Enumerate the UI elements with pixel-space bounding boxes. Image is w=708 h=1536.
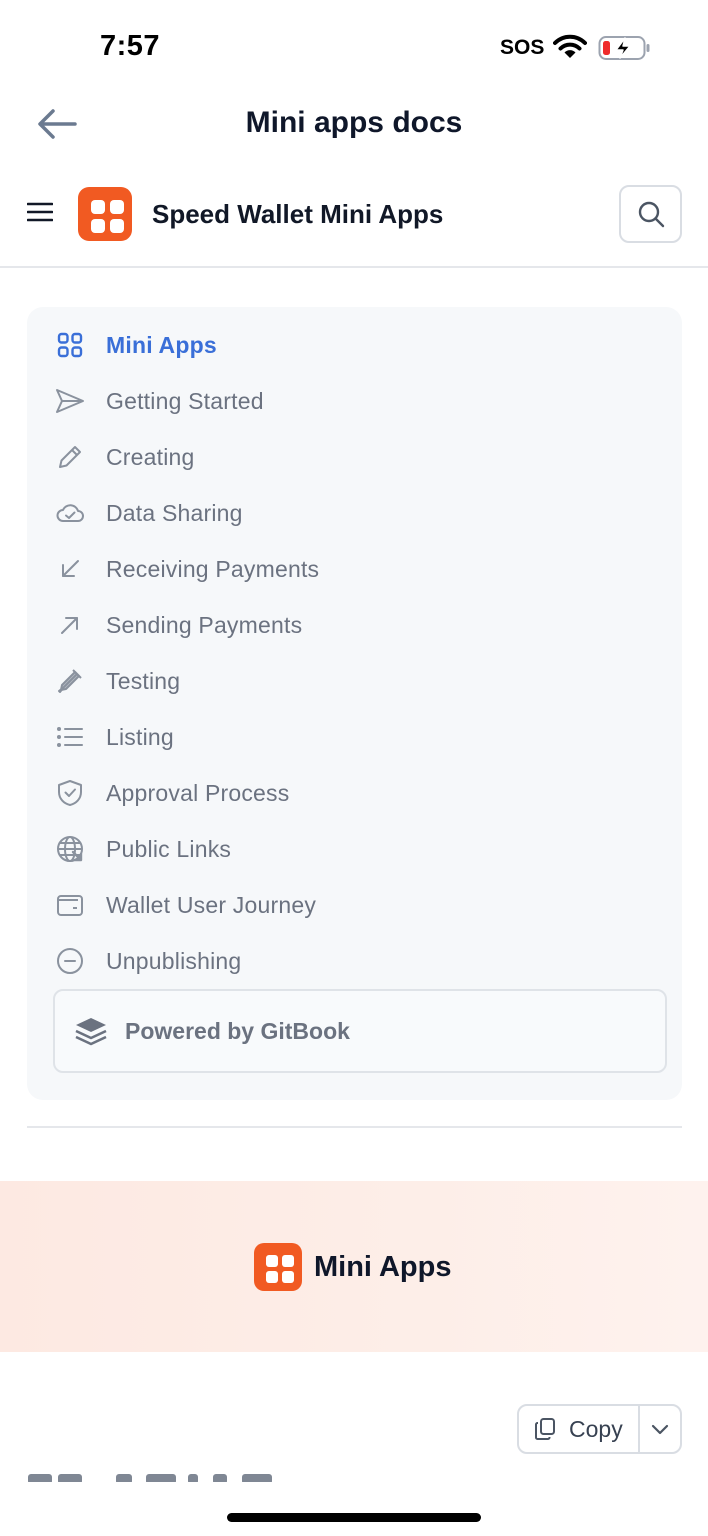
sidebar-item-label: Wallet User Journey — [106, 891, 317, 918]
cut-off-heading — [28, 1472, 288, 1482]
sidebar-item-creating[interactable]: Creating — [55, 433, 655, 481]
menu-button[interactable] — [24, 198, 56, 226]
hamburger-icon — [27, 202, 53, 222]
sidebar-item-label: Testing — [106, 667, 181, 694]
copy-label: Copy — [569, 1415, 623, 1442]
battery-charging-icon — [598, 36, 650, 60]
send-icon — [55, 386, 85, 416]
divider — [27, 1126, 682, 1128]
minus-circle-icon — [55, 946, 85, 976]
sidebar-item-wallet-user-journey[interactable]: Wallet User Journey — [55, 881, 655, 929]
sidebar-item-label: Sending Payments — [106, 611, 303, 638]
search-button[interactable] — [619, 185, 682, 243]
sidebar-item-label: Listing — [106, 723, 174, 750]
status-time: 7:57 — [100, 30, 161, 62]
sidebar-item-approval-process[interactable]: Approval Process — [55, 769, 655, 817]
arrow-down-left-icon — [55, 554, 85, 584]
sidebar-item-label: Getting Started — [106, 387, 264, 414]
sidebar-item-data-sharing[interactable]: Data Sharing — [55, 489, 655, 537]
wallet-icon — [55, 890, 85, 920]
powered-by-gitbook-link[interactable]: Powered by GitBook — [53, 989, 667, 1073]
copy-icon — [533, 1417, 557, 1441]
sidebar-item-testing[interactable]: Testing — [55, 657, 655, 705]
search-icon — [638, 201, 664, 228]
shield-check-icon — [55, 778, 85, 808]
chevron-down-icon — [651, 1424, 669, 1435]
sidebar-item-mini-apps[interactable]: Mini Apps — [55, 321, 655, 369]
sidebar-item-label: Receiving Payments — [106, 555, 320, 582]
hero-logo — [254, 1243, 302, 1291]
sidebar-item-label: Creating — [106, 443, 195, 470]
app-logo[interactable] — [78, 187, 132, 241]
list-icon — [55, 722, 85, 752]
copy-button-group: Copy — [517, 1404, 682, 1454]
copy-options-dropdown[interactable] — [640, 1406, 680, 1452]
sidebar-item-unpublishing[interactable]: Unpublishing — [55, 937, 655, 985]
sidebar-nav: Mini Apps Getting Started Creating Data … — [27, 307, 682, 1100]
sidebar-item-label: Unpublishing — [106, 947, 242, 974]
pencil-icon — [55, 442, 85, 472]
sidebar-item-listing[interactable]: Listing — [55, 713, 655, 761]
hero-banner: Mini Apps — [0, 1181, 708, 1352]
sidebar-item-sending-payments[interactable]: Sending Payments — [55, 601, 655, 649]
status-sos: SOS — [500, 36, 545, 59]
grid-icon — [55, 330, 85, 360]
copy-button[interactable]: Copy — [519, 1406, 640, 1452]
globe-icon — [55, 834, 85, 864]
sidebar-item-label: Mini Apps — [106, 331, 217, 358]
site-title[interactable]: Speed Wallet Mini Apps — [152, 199, 443, 230]
sidebar-item-label: Data Sharing — [106, 499, 243, 526]
sidebar-item-getting-started[interactable]: Getting Started — [55, 377, 655, 425]
navigation-bar: Mini apps docs — [0, 96, 708, 156]
sidebar-item-receiving-payments[interactable]: Receiving Payments — [55, 545, 655, 593]
sidebar-item-public-links[interactable]: Public Links — [55, 825, 655, 873]
arrow-up-right-icon — [55, 610, 85, 640]
eyedropper-icon — [55, 666, 85, 696]
gitbook-icon — [73, 1013, 109, 1049]
wifi-icon — [553, 34, 587, 58]
sidebar-item-label: Public Links — [106, 835, 232, 862]
cloud-check-icon — [55, 498, 85, 528]
sidebar-item-label: Approval Process — [106, 779, 290, 806]
page-title: Mini apps docs — [245, 106, 463, 139]
powered-by-label: Powered by GitBook — [125, 1017, 350, 1044]
site-header: Speed Wallet Mini Apps — [0, 160, 708, 268]
hero-title: Mini Apps — [314, 1250, 452, 1283]
home-indicator — [227, 1513, 481, 1522]
status-bar: 7:57 SOS — [0, 0, 708, 96]
